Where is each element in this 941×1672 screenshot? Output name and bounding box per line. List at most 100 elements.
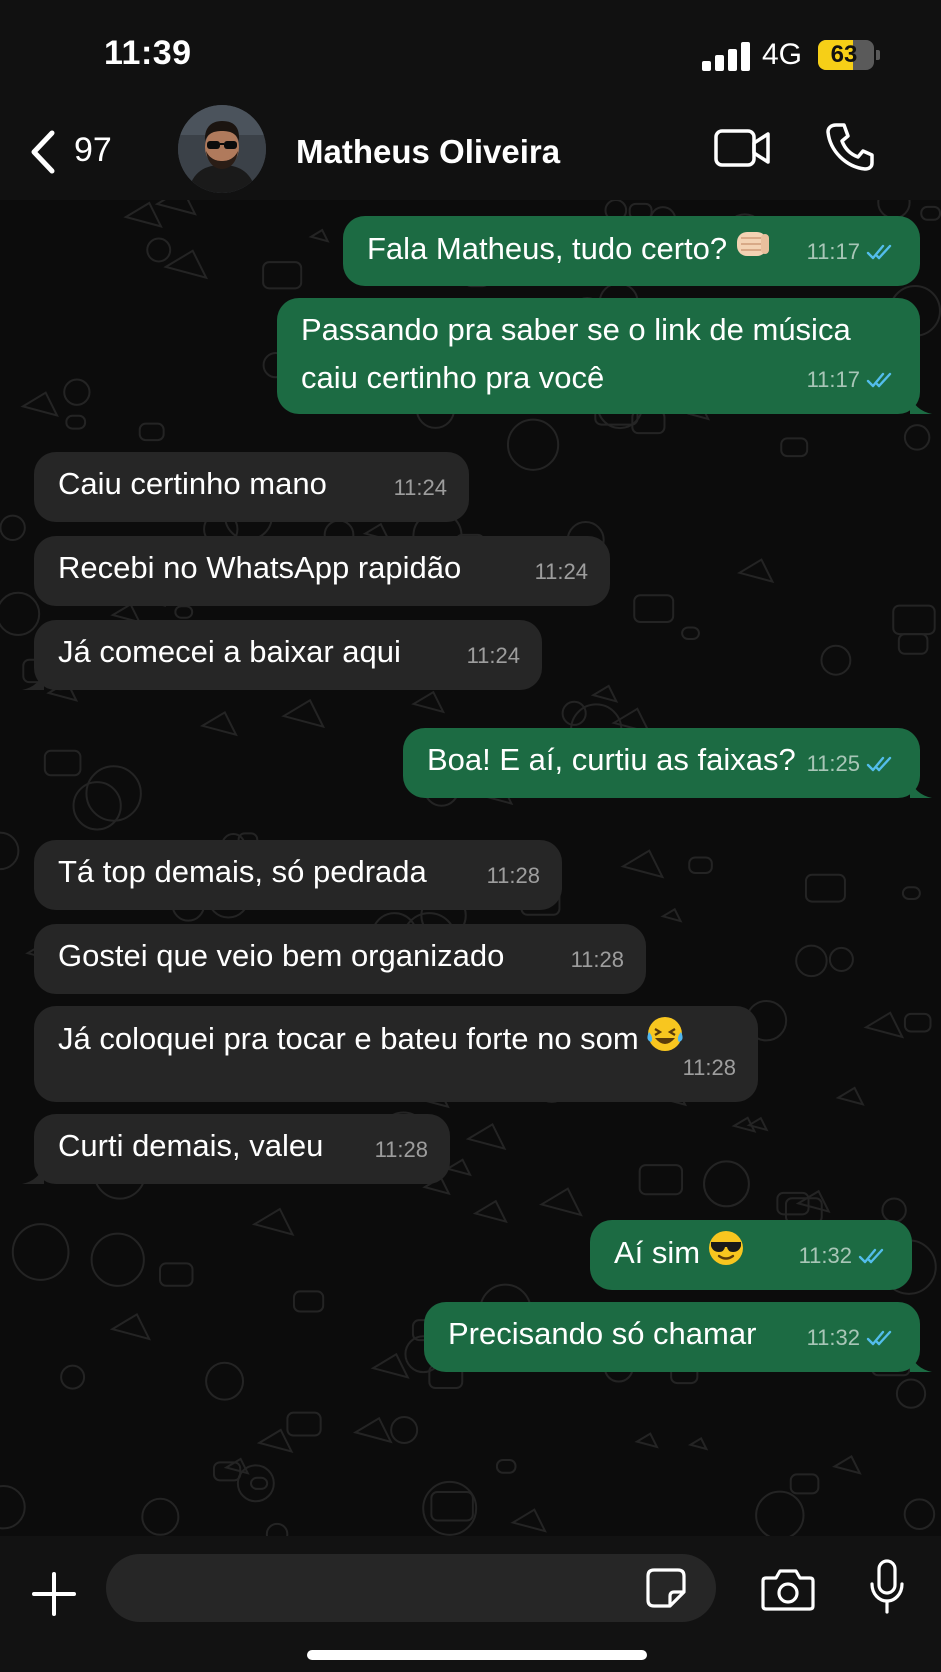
sunglasses-face-icon — [706, 1228, 746, 1282]
wallpaper-doodle — [0, 1484, 26, 1530]
battery-tip — [876, 50, 880, 60]
avatar[interactable] — [178, 105, 266, 193]
contact-name[interactable]: Matheus Oliveira — [296, 133, 560, 171]
message-time: 11:25 — [806, 751, 860, 776]
battery-percent: 63 — [830, 41, 858, 68]
video-call-icon[interactable] — [712, 123, 772, 173]
wallpaper-doodle — [495, 1458, 517, 1474]
message-time: 11:24 — [534, 559, 588, 584]
message-time: 11:28 — [570, 947, 624, 972]
message-meta: 11:28 — [683, 1044, 736, 1092]
incoming-message-bubble[interactable]: Curti demais, valeu 11:28 — [22, 1114, 450, 1184]
back-chevron-icon[interactable] — [22, 127, 72, 177]
wallpaper-doodle — [863, 1011, 905, 1039]
outgoing-message-bubble[interactable]: Aí sim 11:32 — [590, 1220, 912, 1290]
network-type: 4G — [762, 38, 803, 71]
outgoing-message-bubble[interactable]: Fala Matheus, tudo certo? 11:17 — [343, 216, 920, 286]
wallpaper-doodle — [0, 591, 41, 636]
message-text: Caiu certinho mano — [58, 466, 327, 501]
incoming-message-bubble[interactable]: Já comecei a baixar aqui 11:24 — [22, 620, 542, 690]
status-bar: 11:39 4G 63 — [0, 0, 941, 105]
wallpaper-doodle — [0, 514, 26, 541]
wallpaper-doodle — [634, 1432, 659, 1449]
wallpaper-doodle — [903, 1498, 936, 1530]
wallpaper-doodle — [308, 228, 330, 243]
message-text: Precisando só chamar — [448, 1316, 757, 1351]
incoming-message-bubble[interactable]: Recebi no WhatsApp rapidão 11:24 — [34, 536, 610, 606]
wallpaper-doodle — [472, 1199, 508, 1224]
wallpaper-doodle — [138, 422, 165, 442]
wallpaper-doodle — [109, 1312, 152, 1341]
wallpaper-doodle — [746, 1116, 769, 1132]
message-meta: 11:28 — [375, 1126, 428, 1174]
wallpaper-doodle — [789, 1473, 820, 1495]
wallpaper-doodle — [776, 1191, 810, 1216]
wallpaper-doodle — [11, 1223, 70, 1281]
wallpaper-doodle — [820, 644, 852, 676]
plus-icon[interactable] — [30, 1570, 78, 1618]
message-time: 11:28 — [486, 863, 540, 888]
phone-call-icon[interactable] — [822, 119, 876, 173]
wallpaper-doodle — [920, 205, 941, 221]
read-receipt-icon — [866, 756, 892, 772]
read-receipt-icon — [866, 372, 892, 388]
wallpaper-doodle — [236, 1464, 275, 1503]
incoming-message-bubble[interactable]: Caiu certinho mano 11:24 — [34, 452, 469, 522]
wallpaper-doodle — [430, 1490, 474, 1522]
outgoing-message-bubble[interactable]: Passando pra saber se o link de música c… — [277, 298, 932, 414]
message-input[interactable] — [106, 1554, 716, 1622]
message-text: Já coloquei pra tocar e bateu forte no s… — [58, 1021, 639, 1057]
message-meta: 11:28 — [571, 936, 624, 984]
camera-icon[interactable] — [760, 1566, 816, 1612]
wallpaper-doodle — [538, 1187, 583, 1217]
wallpaper-doodle — [506, 418, 560, 471]
wallpaper-doodle — [370, 1352, 410, 1379]
wallpaper-doodle — [736, 558, 775, 584]
message-text: Aí sim — [614, 1235, 701, 1271]
sticker-icon[interactable] — [644, 1566, 688, 1610]
unread-count[interactable]: 97 — [74, 131, 112, 170]
message-time: 11:32 — [806, 1325, 860, 1350]
message-text: Boa! E aí, curtiu as faixas? — [427, 742, 796, 777]
incoming-message-bubble[interactable]: Tá top demais, só pedrada 11:28 — [34, 840, 562, 910]
wallpaper-doodle — [20, 391, 59, 417]
chat-screen: 11:39 4G 63 97 Matheus Oliveira Fala Mat… — [0, 0, 941, 1672]
incoming-message-bubble[interactable]: Gostei que veio bem organizado 11:28 — [34, 924, 646, 994]
wallpaper-doodle — [159, 1262, 194, 1287]
wallpaper-doodle — [828, 946, 854, 972]
wallpaper-doodle — [352, 1416, 393, 1444]
wallpaper-doodle — [90, 1232, 145, 1287]
wallpaper-doodle — [199, 710, 238, 737]
read-receipt-icon — [866, 1330, 892, 1346]
wallpaper-doodle — [897, 633, 929, 655]
read-receipt-icon — [858, 1248, 884, 1264]
wallpaper-doodle — [895, 1378, 927, 1409]
message-text: Recebi no WhatsApp rapidão — [58, 550, 462, 585]
laughing-tears-icon — [645, 1014, 685, 1068]
bubble-tail — [910, 778, 932, 798]
wallpaper-doodle — [223, 1457, 250, 1475]
wallpaper-doodle — [60, 1364, 86, 1390]
outgoing-message-bubble[interactable]: Precisando só chamar 11:32 — [424, 1302, 932, 1372]
message-list[interactable]: Fala Matheus, tudo certo? 11:17 Passando p… — [0, 200, 941, 1536]
message-time: 11:32 — [798, 1243, 852, 1268]
message-meta: 11:25 — [807, 740, 900, 788]
wallpaper-doodle — [901, 886, 921, 900]
wallpaper-doodle — [687, 1436, 709, 1451]
wallpaper-doodle — [0, 831, 20, 871]
message-text: Passando pra saber se o link de música c… — [301, 312, 851, 395]
wallpaper-doodle — [163, 249, 209, 280]
wallpaper-doodle — [262, 261, 303, 290]
wallpaper-doodle — [63, 378, 91, 406]
wallpaper-doodle — [256, 1428, 294, 1453]
outgoing-message-bubble[interactable]: Boa! E aí, curtiu as faixas? 11:25 — [403, 728, 932, 798]
message-time: 11:24 — [393, 475, 447, 500]
bubble-tail — [910, 1352, 932, 1372]
message-meta: 11:24 — [467, 632, 520, 680]
wallpaper-doodle — [510, 1508, 547, 1533]
microphone-icon[interactable] — [868, 1558, 906, 1616]
incoming-message-bubble[interactable]: Já coloquei pra tocar e bateu forte no s… — [34, 1006, 758, 1102]
wallpaper-doodle — [620, 849, 665, 879]
wallpaper-doodle — [590, 684, 619, 703]
message-meta: 11:24 — [535, 548, 588, 596]
